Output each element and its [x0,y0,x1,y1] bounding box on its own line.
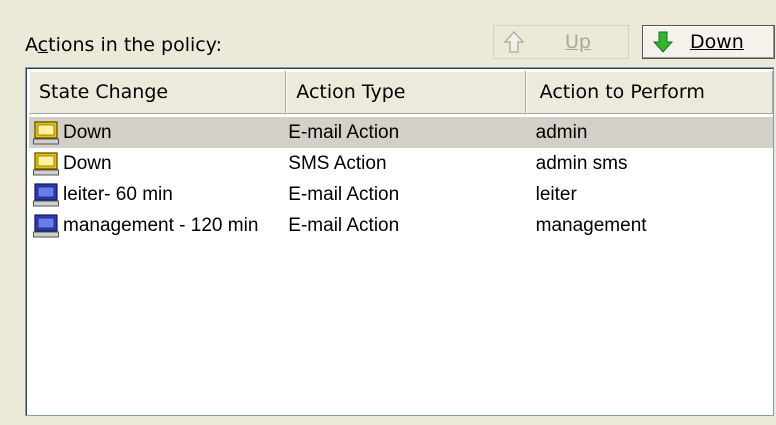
action-to-perform-cell: management [535,214,647,236]
table-row[interactable]: Down E-mail Action admin [29,117,773,148]
action-type-cell: E-mail Action [288,121,400,143]
section-label-suffix: tions in the policy: [48,34,222,56]
section-label: Actions in the policy: [25,34,222,56]
arrow-up-icon [503,31,525,53]
action-to-perform-cell: admin [535,121,588,143]
column-header-action-to-perform[interactable]: Action to Perform [525,71,773,114]
action-type-cell: E-mail Action [288,214,400,236]
move-down-label: Down [690,31,744,53]
blue-computer-icon [33,213,59,237]
state-cell: Down [29,151,286,176]
action-to-perform-cell: leiter [535,183,577,205]
state-cell: leiter- 60 min [29,182,286,207]
state-cell: management - 120 min [29,213,286,238]
action-type-cell: SMS Action [288,152,387,174]
move-up-button[interactable]: Up [493,25,629,59]
state-text: management - 120 min [63,214,259,236]
table-row[interactable]: management - 120 min E-mail Action manag… [29,210,773,241]
blue-computer-icon [33,182,59,206]
table-row[interactable]: Down SMS Action admin sms [29,148,773,179]
column-header-action-type[interactable]: Action Type [286,71,526,114]
section-label-accelerator: c [37,34,49,56]
column-header-state-change[interactable]: State Change [29,71,287,114]
yellow-computer-icon [33,151,59,175]
state-text: Down [63,121,112,143]
action-to-perform-cell: admin sms [535,152,628,174]
section-label-prefix: A [25,34,38,56]
state-cell: Down [29,120,286,145]
state-text: leiter- 60 min [63,183,173,205]
actions-list[interactable]: State Change Action Type Action to Perfo… [25,67,774,416]
move-down-button[interactable]: Down [642,25,775,59]
action-type-cell: E-mail Action [288,183,400,205]
list-header: State Change Action Type Action to Perfo… [29,71,773,114]
move-up-label: Up [565,31,591,53]
table-row[interactable]: leiter- 60 min E-mail Action leiter [29,179,773,210]
yellow-computer-icon [33,120,59,144]
arrow-down-icon [652,31,674,53]
state-text: Down [63,152,112,174]
list-rows: Down E-mail Action admin Down SMS Action… [29,117,773,241]
